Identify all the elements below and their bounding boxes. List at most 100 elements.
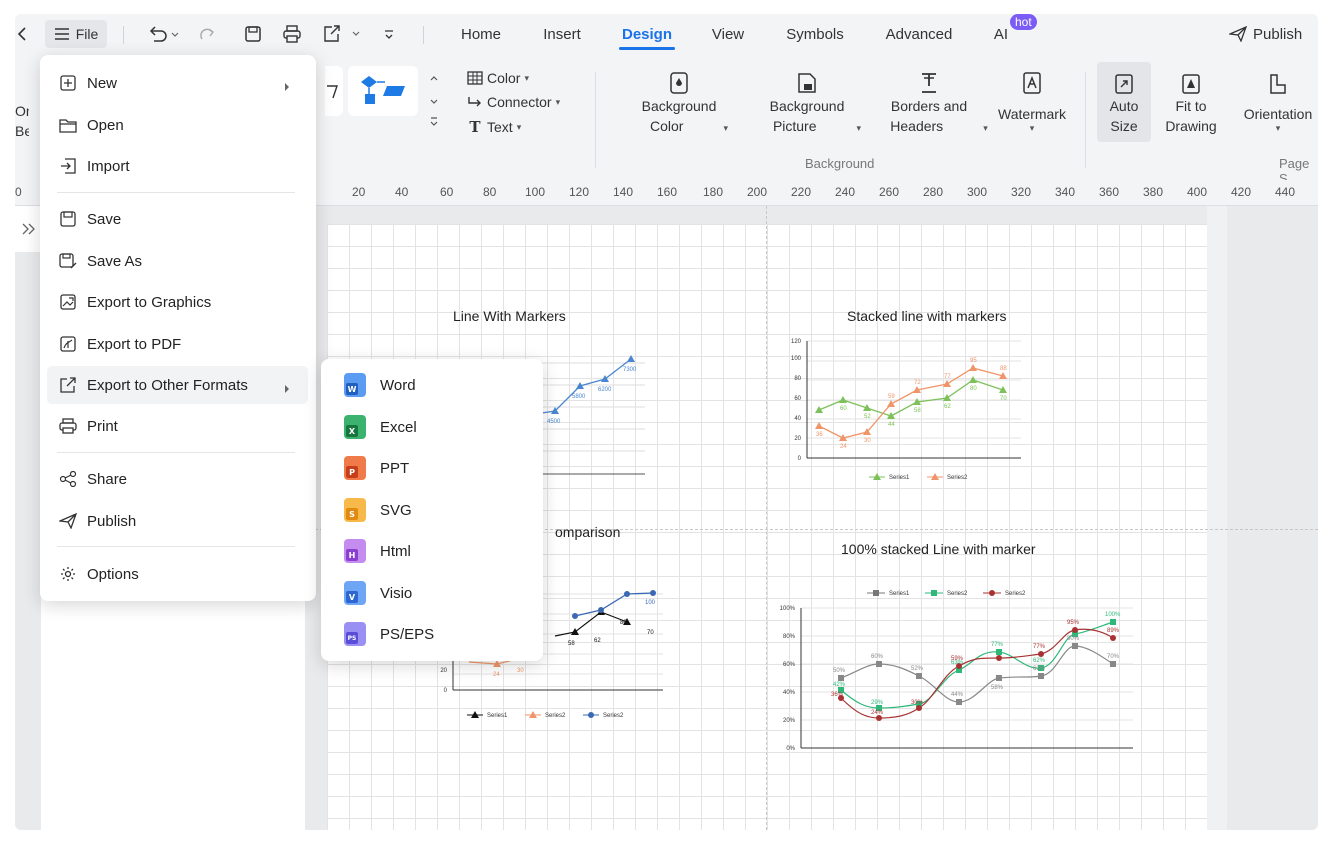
menu-item-print[interactable]: Print xyxy=(47,407,308,445)
color-dropdown[interactable]: Color ▾ xyxy=(467,70,529,86)
export-svg[interactable]: S SVG xyxy=(331,490,531,530)
svg-text:52%: 52% xyxy=(911,666,924,672)
chevron-down-icon: ▾ xyxy=(1029,123,1035,133)
theme-thumbnail[interactable] xyxy=(348,66,418,116)
y-tick: 60 xyxy=(794,396,801,402)
tab-advanced[interactable]: Advanced xyxy=(881,14,957,54)
borders-headers-button[interactable]: Borders and Headers ▾ xyxy=(867,68,991,138)
svg-text:62: 62 xyxy=(594,638,601,644)
watermark-button[interactable]: Watermark ▾ xyxy=(987,68,1077,133)
publish-button[interactable]: Publish xyxy=(1229,14,1318,54)
menu-item-save-as[interactable]: Save As xyxy=(47,242,308,280)
submenu-item-label: Html xyxy=(380,542,411,560)
export-ppt[interactable]: P PPT xyxy=(331,448,531,488)
chart-title: 100% stacked Line with marker xyxy=(841,541,1036,557)
word-icon: W xyxy=(344,373,366,397)
orientation-icon xyxy=(1270,74,1286,94)
background-picture-button[interactable]: Background Picture ▾ xyxy=(745,68,869,138)
tab-design[interactable]: Design xyxy=(619,14,675,54)
file-menu-button[interactable]: File xyxy=(45,20,107,48)
undo-button[interactable] xyxy=(143,14,183,54)
percent-stacked-line-chart[interactable]: Series1 Series2 Series2 0% 20% 40% 60% 80% 1… xyxy=(767,584,1147,754)
menu-item-options[interactable]: Options xyxy=(47,555,308,593)
theme-thumb-partial[interactable] xyxy=(325,66,343,116)
expand-panel-button[interactable] xyxy=(15,206,41,252)
text-label: Text xyxy=(487,119,513,135)
export-toolbar-button[interactable] xyxy=(321,14,363,54)
svg-text:62: 62 xyxy=(944,404,951,410)
export-ps-eps[interactable]: PS PS/EPS xyxy=(331,614,531,654)
stacked-line-chart[interactable]: 0 20 40 60 80 100 120 60 52 44 58 62 80 70 36 24 30… xyxy=(785,334,1035,494)
menu-item-export-other[interactable]: Export to Other Formats xyxy=(47,366,308,404)
chevron-double-down-icon xyxy=(385,30,393,39)
ruler-label: 280 xyxy=(923,185,944,199)
ps-eps-icon: PS xyxy=(344,622,366,646)
theme-scroll-arrows[interactable] xyxy=(429,70,439,130)
fit-to-drawing-button[interactable]: Fit to Drawing xyxy=(1159,68,1223,136)
back-chevron-icon[interactable] xyxy=(15,14,29,54)
tab-home[interactable]: Home xyxy=(453,14,509,54)
connector-icon xyxy=(468,97,481,107)
menu-item-open[interactable]: Open xyxy=(47,106,308,144)
tab-insert[interactable]: Insert xyxy=(535,14,589,54)
fit-label-1: Fit to xyxy=(1175,98,1207,114)
redo-button[interactable] xyxy=(197,14,219,54)
tab-symbols[interactable]: Symbols xyxy=(779,14,851,54)
background-color-button[interactable]: Background Color ▾ xyxy=(619,68,739,138)
publish-label: Publish xyxy=(1253,25,1303,43)
export-html[interactable]: H Html xyxy=(331,531,531,571)
svg-text:30: 30 xyxy=(864,438,871,444)
tab-ai[interactable]: AI xyxy=(991,14,1011,54)
svg-text:70: 70 xyxy=(1000,396,1007,402)
save-toolbar-button[interactable] xyxy=(241,14,265,54)
fit-drawing-icon xyxy=(1182,74,1200,94)
toolbar-divider xyxy=(123,26,124,44)
connector-label: Connector xyxy=(487,94,552,110)
ppt-icon: P xyxy=(344,456,366,480)
hot-badge: hot xyxy=(1010,14,1037,30)
auto-size-button[interactable]: Auto Size xyxy=(1097,62,1151,142)
y-tick: 100 xyxy=(791,356,802,362)
legend: Series1 Series2 xyxy=(869,473,968,481)
ruler-label: 160 xyxy=(657,185,678,199)
color-grid-icon xyxy=(467,71,483,85)
export-visio[interactable]: V Visio xyxy=(331,573,531,613)
y-tick: 0 xyxy=(798,456,802,462)
menu-item-save[interactable]: Save xyxy=(47,200,308,238)
tab-view[interactable]: View xyxy=(705,14,751,54)
svg-text:Series2: Series2 xyxy=(545,713,566,719)
menu-item-import[interactable]: Import xyxy=(47,147,308,185)
svg-text:72: 72 xyxy=(914,380,921,386)
print-toolbar-button[interactable] xyxy=(279,14,305,54)
svg-text:30: 30 xyxy=(517,668,524,674)
double-chevron-right-icon xyxy=(22,223,35,235)
submenu-item-label: PPT xyxy=(380,459,410,477)
connector-dropdown[interactable]: Connector ▾ xyxy=(467,94,560,110)
chevron-down-icon: ▾ xyxy=(555,96,561,107)
data-label: 4500 xyxy=(547,419,561,425)
ruler-label: 200 xyxy=(747,185,768,199)
export-word[interactable]: W Word xyxy=(331,365,531,405)
more-toolbar-button[interactable] xyxy=(379,14,399,54)
menu-item-export-pdf[interactable]: Export to PDF xyxy=(47,325,308,363)
orientation-button[interactable]: Orientation ▾ xyxy=(1235,68,1318,133)
menu-item-export-graphics[interactable]: Export to Graphics xyxy=(47,283,308,321)
one-click-beautify-partial[interactable]: One Bea xyxy=(15,101,29,141)
menu-item-label: New xyxy=(87,74,118,92)
ruler-label: 420 xyxy=(1231,185,1252,199)
series2-data-labels: 36 24 30 59 72 77 95 88 xyxy=(816,358,1007,450)
line-with-markers-chart[interactable]: 4500 5800 6200 7300 xyxy=(535,349,655,479)
menu-item-new[interactable]: New xyxy=(47,64,308,102)
menu-item-publish[interactable]: Publish xyxy=(47,502,308,540)
auto-size-icon xyxy=(1115,74,1133,94)
svg-text:60%: 60% xyxy=(871,654,884,660)
chevron-down-icon: ▾ xyxy=(1275,123,1281,133)
borders-label-1: Borders and xyxy=(890,98,968,114)
svg-text:58: 58 xyxy=(568,641,575,647)
data-labels: 4500 5800 6200 7300 xyxy=(547,367,637,425)
export-excel[interactable]: X Excel xyxy=(331,407,531,447)
menu-item-share[interactable]: Share xyxy=(47,460,308,498)
y-tick-labels: 0% 20% 40% 60% 80% 100% xyxy=(780,606,796,752)
text-dropdown[interactable]: T Text ▾ xyxy=(467,118,521,136)
save-icon xyxy=(60,211,76,227)
